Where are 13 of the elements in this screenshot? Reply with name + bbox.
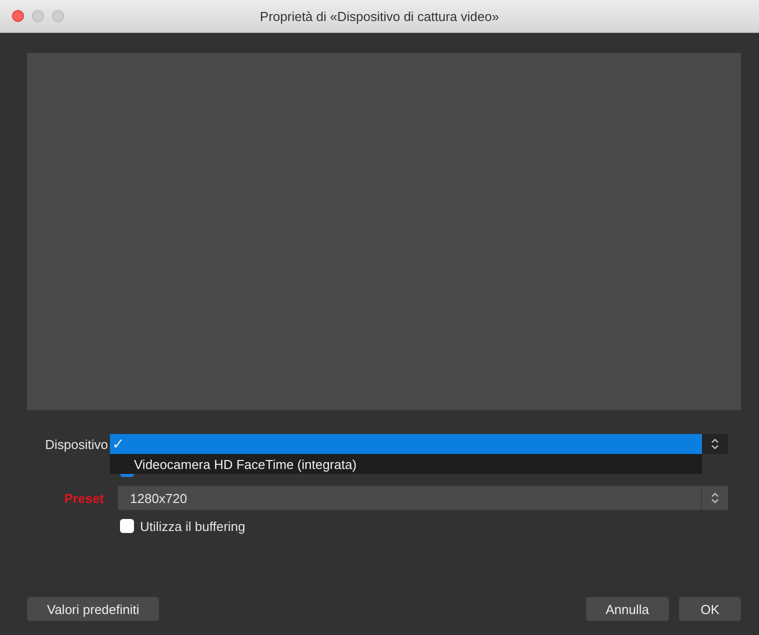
field-label: Preset bbox=[63, 490, 105, 506]
ok-button[interactable]: OK bbox=[679, 597, 741, 621]
close-button[interactable] bbox=[12, 10, 24, 22]
checkbox-label: Utilizza il buffering bbox=[140, 518, 246, 534]
field-label: Dispositivo bbox=[44, 436, 109, 452]
checkbox[interactable] bbox=[120, 519, 134, 533]
stepper-icon bbox=[711, 492, 719, 504]
stepper-icon bbox=[711, 438, 719, 450]
dropdown-option[interactable]: Videocamera HD FaceTime (integrata) bbox=[110, 454, 702, 474]
window-title: Proprietà di «Dispositivo di cattura video» bbox=[260, 8, 500, 24]
cancel-button[interactable]: Annulla bbox=[586, 597, 669, 621]
defaults-button[interactable]: Valori predefiniti bbox=[27, 597, 160, 621]
preset-dropdown[interactable]: 1280x720 bbox=[118, 486, 728, 510]
